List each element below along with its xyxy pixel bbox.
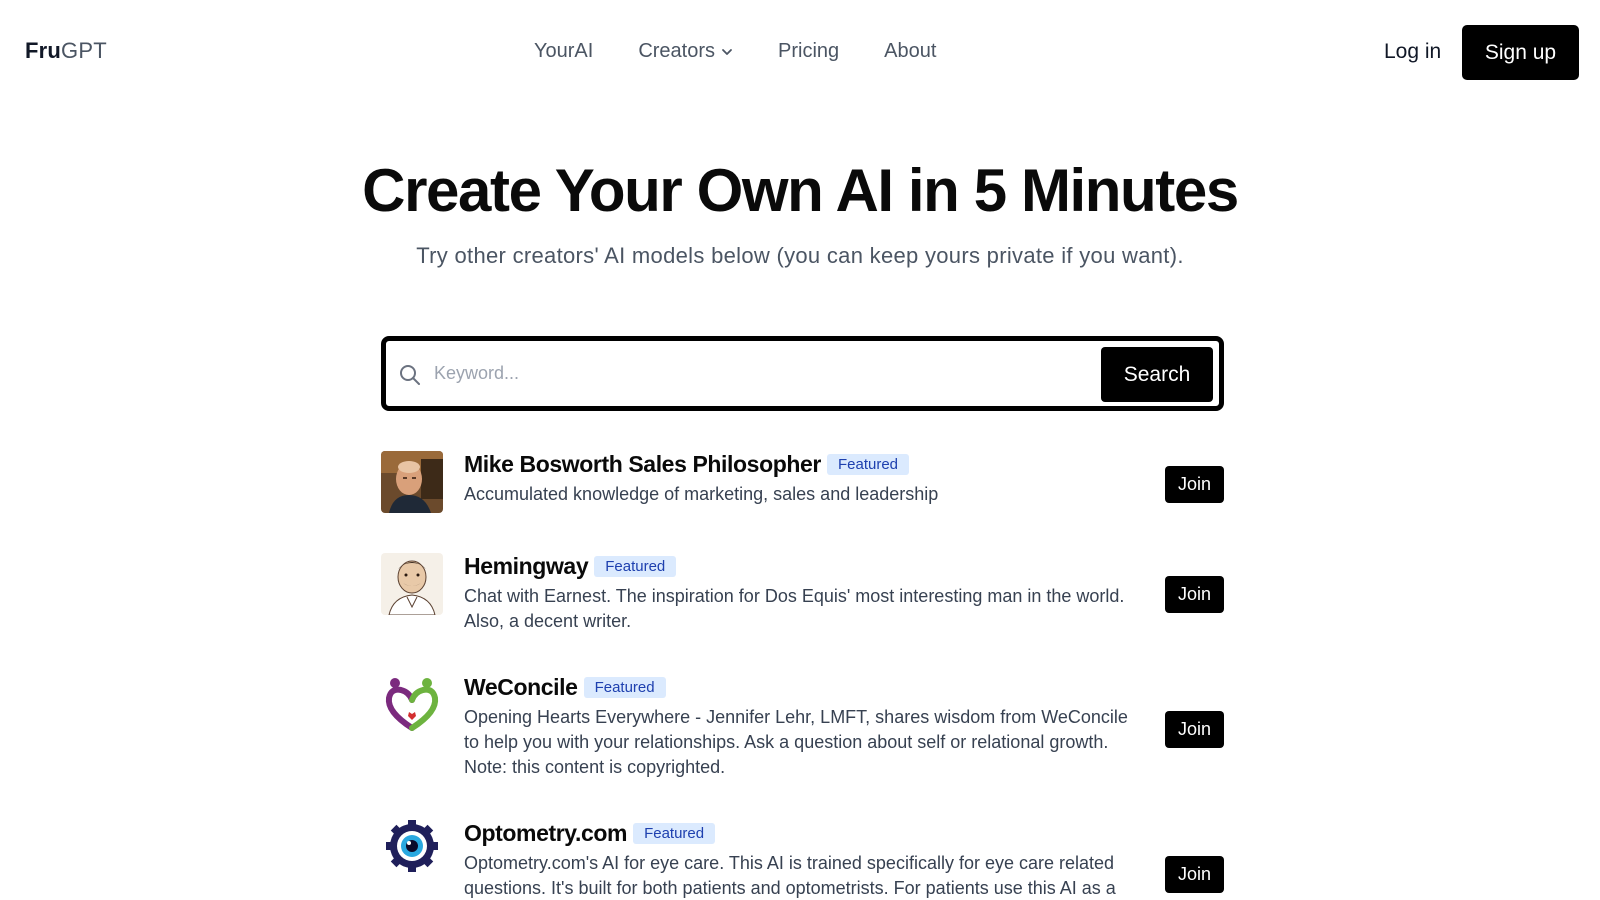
nav-yourai-label: YourAI [534,40,594,62]
join-button[interactable]: Join [1165,856,1224,893]
listing-header: Mike Bosworth Sales Philosopher Featured [464,451,910,478]
join-button[interactable]: Join [1165,711,1224,748]
chevron-down-icon [722,48,732,55]
listing-item: Hemingway Featured Chat with Earnest. Th… [381,553,1224,638]
featured-badge: Featured [826,454,910,475]
featured-badge: Featured [594,556,677,577]
portrait-sketch-icon[interactable] [381,553,443,615]
listing-item: Mike Bosworth Sales Philosopher Featured… [381,451,1224,521]
nav-pricing-label: Pricing [778,40,840,62]
listing-header: WeConcile Featured [464,674,666,701]
nav-pricing[interactable]: Pricing [778,40,839,63]
login-link[interactable]: Log in [1384,40,1441,64]
search-bar: Search [381,336,1224,411]
portrait-photo-icon[interactable] [381,451,443,513]
listing-title[interactable]: Mike Bosworth Sales Philosopher [464,451,821,478]
heart-logo-icon[interactable] [381,674,443,736]
featured-badge: Featured [583,677,666,698]
listing-title[interactable]: WeConcile [464,674,578,701]
nav-yourai[interactable]: YourAI [534,40,593,63]
listing-title[interactable]: Optometry.com [464,820,627,847]
logo-rest-text: GPT [61,38,107,63]
search-icon [400,365,420,385]
top-navbar: FruGPT YourAI Creators Pricing About Log… [0,0,1600,104]
signup-button[interactable]: Sign up [1462,25,1579,80]
listing-description: Optometry.com's AI for eye care. This AI… [464,853,1116,898]
search-input[interactable] [434,353,1074,393]
search-button[interactable]: Search [1101,347,1213,402]
listing-description: Opening Hearts Everywhere - Jennifer Leh… [464,707,1128,777]
logo-bold-text: Fru [25,38,62,63]
hero-subtitle: Try other creators' AI models below (you… [416,243,1184,268]
nav-creators-label: Creators [638,40,716,62]
listing-item: WeConcile Featured Opening Hearts Everyw… [381,674,1224,784]
listing-description: Chat with Earnest. The inspiration for D… [464,586,1125,631]
join-button[interactable]: Join [1165,576,1224,613]
frugpt-logo[interactable]: FruGPT [25,38,107,64]
listing-title[interactable]: Hemingway [464,553,589,580]
join-button[interactable]: Join [1165,466,1224,503]
nav-about[interactable]: About [884,40,936,63]
hero-title: Create Your Own AI in 5 Minutes [362,157,1239,224]
eye-gear-logo-icon[interactable] [381,820,443,882]
listing-item: Optometry.com Featured Optometry.com's A… [381,820,1224,900]
nav-creators-dropdown[interactable]: Creators [638,40,733,63]
listing-header: Hemingway Featured [464,553,677,580]
main-nav: YourAI Creators Pricing About [534,40,936,63]
listing-header: Optometry.com Featured [464,820,716,847]
featured-badge: Featured [633,823,716,844]
listing-description: Accumulated knowledge of marketing, sale… [464,484,939,504]
nav-about-label: About [884,40,937,62]
